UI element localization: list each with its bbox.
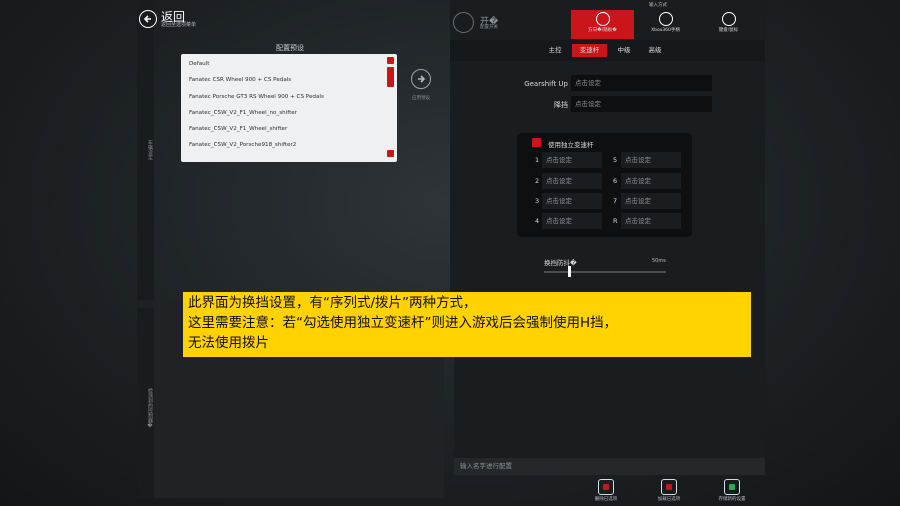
preset-item[interactable]: Fanatec_CSW_V2_Porsche918_shifter2 — [189, 142, 296, 148]
gear-label: 1 — [535, 156, 540, 164]
gear-field[interactable]: 点击设定 — [542, 193, 602, 209]
independent-shifter-checkbox[interactable] — [532, 138, 541, 147]
scrollbar-thumb[interactable] — [387, 67, 394, 87]
keyboard-icon — [721, 12, 736, 26]
arrow-right-icon — [418, 75, 426, 83]
rail-lower-label: 检测到的控制器� — [147, 387, 153, 429]
load-selected-button[interactable]: 加载已选项 — [647, 479, 691, 502]
gear-field[interactable]: 点击设定 — [542, 173, 602, 189]
debounce-label: 换挡防抖� — [544, 259, 577, 267]
gear-field[interactable]: 点击设定 — [621, 193, 681, 209]
apply-preset-button[interactable] — [411, 69, 431, 89]
preset-item[interactable]: Fanatec_CSW_V2_F1_Wheel_shifter — [189, 126, 287, 132]
preset-item[interactable]: Default — [189, 61, 209, 67]
annotation-line: 这里需要注意：若“勾选使用独立变速杆”则进入游戏后会强制使用H挡， — [188, 315, 618, 331]
gear-field[interactable]: 点击设定 — [621, 173, 681, 189]
preset-item[interactable]: Fanatec CSR Wheel 900 + CS Pedals — [189, 77, 291, 83]
config-name-input[interactable]: 输入名字进行配置 — [454, 458, 765, 475]
tab-main[interactable]: 主控 — [541, 44, 569, 57]
annotation-box: 此界面为换挡设置，有“序列式/拨片”两种方式， 这里需要注意：若“勾选使用独立变… — [183, 292, 751, 357]
scroll-up-button[interactable] — [387, 57, 394, 64]
independent-shifter-label[interactable]: 使用独立变速杆 — [548, 139, 594, 149]
gear-label: 5 — [613, 156, 618, 164]
gear-label: 6 — [613, 177, 618, 185]
gear-label: 7 — [613, 197, 618, 205]
mode-wheel-button[interactable]: 方向�/踏板� — [571, 10, 634, 39]
gear-field[interactable]: 点击设定 — [621, 213, 681, 229]
preset-title: 配置预设 — [276, 44, 304, 52]
debounce-slider-track[interactable] — [544, 271, 666, 273]
delete-icon — [598, 479, 614, 495]
mode-wheel-label: 方向�/踏板� — [588, 28, 617, 33]
save-new-label: 存储新的设置 — [718, 497, 746, 502]
gearshift-up-field[interactable]: 点击设定 — [571, 75, 712, 91]
preset-list[interactable]: Default Fanatec CSR Wheel 900 + CS Pedal… — [181, 54, 397, 162]
save-icon — [724, 479, 740, 495]
gearshift-down-field[interactable]: 点击设定 — [571, 96, 712, 112]
preset-item[interactable]: Fanatec Porsche GT3 RS Wheel 900 + CS Pe… — [189, 94, 324, 100]
tab-shifter[interactable]: 变速杆 — [572, 44, 607, 57]
debounce-slider-thumb[interactable] — [568, 266, 571, 277]
left-rail-upper[interactable]: 车辆设定 — [137, 0, 154, 300]
preset-item[interactable]: Fanatec_CSW_V2_F1_Wheel_no_shifter — [189, 110, 297, 116]
annotation-line: 无法使用拨片 — [188, 335, 269, 351]
back-button[interactable] — [139, 10, 157, 28]
input-mode-label: 输入方式 — [649, 3, 667, 8]
mode-gamepad-button[interactable]: Xbox360手柄 — [634, 10, 697, 39]
gear-label: 2 — [535, 177, 540, 185]
tab-intermediate[interactable]: 中级 — [610, 44, 638, 57]
gearshift-down-label: 降挡 — [554, 101, 568, 109]
annotation-line: 此界面为换挡设置，有“序列式/拨片”两种方式， — [188, 295, 477, 311]
gear-label: R — [613, 217, 618, 225]
delete-selected-label: 删除已选项 — [594, 497, 618, 502]
apply-preset-label: 应用预设 — [412, 96, 430, 101]
mode-keyboard-label: 键盘/鼠标 — [718, 28, 739, 33]
load-selected-label: 加载已选项 — [657, 497, 681, 502]
mode-keyboard-button[interactable]: 键盘/鼠标 — [697, 10, 760, 39]
tabs-bar — [450, 40, 765, 61]
left-rail-lower[interactable]: 检测到的控制器� — [137, 308, 154, 498]
rail-upper-label: 车辆设定 — [147, 140, 153, 160]
power-icon[interactable] — [453, 12, 474, 33]
device-status-sub: 配置开关 — [480, 25, 498, 30]
gear-label: 3 — [535, 197, 540, 205]
gear-field[interactable]: 点击设定 — [621, 152, 681, 168]
gear-field[interactable]: 点击设定 — [542, 152, 602, 168]
arrow-left-icon — [143, 15, 151, 23]
gear-label: 4 — [535, 217, 540, 225]
debounce-value: 50ms — [652, 258, 666, 264]
gamepad-icon — [658, 12, 673, 26]
scroll-down-button[interactable] — [387, 150, 394, 157]
tab-advanced[interactable]: 高级 — [641, 44, 669, 57]
gear-field[interactable]: 点击设定 — [542, 213, 602, 229]
save-new-button[interactable]: 存储新的设置 — [710, 479, 754, 502]
steering-wheel-icon — [595, 12, 610, 26]
back-subtitle: 返回至选项菜单 — [161, 22, 197, 28]
mode-gamepad-label: Xbox360手柄 — [651, 28, 680, 33]
load-icon — [661, 479, 677, 495]
gearshift-up-label: Gearshift Up — [524, 80, 568, 88]
delete-selected-button[interactable]: 删除已选项 — [584, 479, 628, 502]
